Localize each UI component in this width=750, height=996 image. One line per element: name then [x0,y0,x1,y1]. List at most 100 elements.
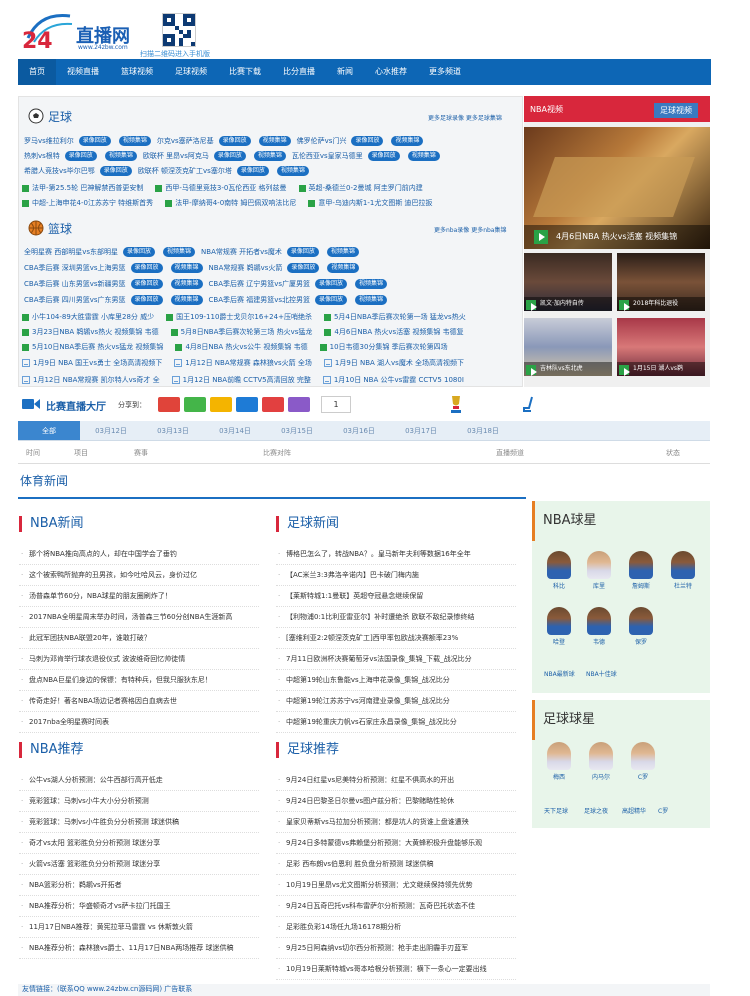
news-item[interactable]: 这个被索鸭所抛弃的丑男孩，如今吐哈风云，身价过亿 [19,565,259,586]
replay-tag[interactable]: 录像回放 [130,295,163,305]
nba-stars-link[interactable]: NBA十佳球 [586,669,617,678]
date-tab[interactable]: 03月13日 [142,421,204,440]
nav-football-video[interactable]: 足球视频 [164,59,218,85]
video-link[interactable]: 3月23日NBA 鹈鹕vs热火 视频集锦 韦德 [22,327,159,337]
news-item[interactable]: 11月17日NBA推荐：黄宪拉菲马雷霆 vs 休斯敦火箭 [19,917,259,938]
video-link[interactable]: 4月6日NBA 热火vs活塞 视频集锦 韦德复 [324,327,464,337]
highlight-tag[interactable]: 视频集锦 [327,263,360,273]
football-more-links[interactable]: 更多足球录像 更多足球集锦 [428,113,502,122]
nav-download[interactable]: 比赛下载 [218,59,272,85]
match-link[interactable]: NBA常规赛 开拓者vs魔术 [201,247,282,257]
video-link[interactable]: 中超-上海申花4-0江苏苏宁 特维斯首秀 [22,198,153,208]
news-item[interactable]: 传奇走好！著名NBA场边记者赛格因白血病去世 [19,691,259,712]
match-link[interactable]: 欧联杯 里昂vs阿克马 [143,151,209,161]
video-link[interactable]: 法甲-第25.5轮 巴神解禁西普更安制 [22,183,143,193]
friend-links[interactable]: 友情链接：(联系QQ www.24zbw.cn源码网) 广告联系 [18,984,710,996]
weibo-share-icon[interactable] [158,397,180,412]
player-card[interactable]: 库里 [584,551,614,590]
nba-rec-title[interactable]: NBA推荐 [19,742,84,758]
news-item[interactable]: [塞维利亚2:2顿涅茨克矿工]西甲率包欧战决赛额率23% [276,628,516,649]
video-link[interactable]: 小牛104-89大胜雷霆 小库里28分 威少 [22,312,154,322]
video-thumb[interactable]: 吉林队vs东北虎 [524,318,612,376]
highlight-tag[interactable]: 视频集锦 [170,295,203,305]
highlight-tag[interactable]: 视频集锦 [258,136,291,146]
video-link[interactable]: 4月8日NBA 热火vs公牛 视频集锦 韦德 [175,342,308,352]
replay-tag[interactable]: 录像回放 [315,295,348,305]
match-link[interactable]: CBA季后赛 福建男篮vs北控男篮 [209,295,311,305]
qq-share-icon[interactable] [262,397,284,412]
news-item[interactable]: 【AC米兰3:3弗洛辛诺内】巴卡破门梅内施 [276,565,516,586]
news-item[interactable]: 公牛vs湖人分析预测：公牛西部行高开低走 [19,770,259,791]
match-link[interactable]: 尔克vs塞萨洛尼基 [157,136,214,146]
nav-live[interactable]: 视频直播 [56,59,110,85]
football-news-title[interactable]: 足球新闻 [276,516,339,532]
replay-tag[interactable]: 录像回放 [99,166,132,176]
news-item[interactable]: 9月24日红星vs尼美特分析预测：红星不俱高水的开出 [276,770,516,791]
replay-tag[interactable]: 录像回放 [315,279,348,289]
logo-mark[interactable]: 24 [20,10,75,54]
football-stars-link[interactable]: 高超精华 [622,806,646,815]
highlight-tag[interactable]: 视频集锦 [355,295,388,305]
news-item[interactable]: 奇才vs太阳 篮彩胜负分分析预测 球迷分享 [19,833,259,854]
highlight-tag[interactable]: 视频集锦 [170,279,203,289]
replay-tag[interactable]: 录像回放 [123,247,156,257]
video-link[interactable]: 5月10日NBA季后赛 热火vs猛龙 视频集锦 [22,342,163,352]
news-item[interactable]: 10月19日里昂vs尤文图斯分析预测：尤文继续保持领先优势 [276,875,516,896]
nav-basketball-video[interactable]: 篮球视频 [110,59,164,85]
news-item[interactable]: 火箭vs活塞 篮彩胜负分分析预测 球迷分享 [19,854,259,875]
match-link[interactable]: 佛罗伦萨vs门兴 [297,136,347,146]
hockey-icon[interactable] [523,396,537,412]
match-link[interactable]: 热刺vs根特 [24,151,60,161]
video-link[interactable]: 意甲-乌迪内斯1-1尤文图斯 迪巴拉扳 [308,198,433,208]
player-card[interactable]: 科比 [544,551,574,590]
nav-score[interactable]: 比分直播 [272,59,326,85]
replay-tag[interactable]: 录像回放 [236,166,269,176]
player-card[interactable]: 哈登 [544,607,574,646]
nav-news[interactable]: 新闻 [326,59,364,85]
news-item[interactable]: 博格巴怎么了，转战NBA？。皇马新年夫利等数据16年全年 [276,544,516,565]
replay-tag[interactable]: 录像回放 [130,263,163,273]
football-stars-link[interactable]: 天下足球 [544,806,568,815]
basketball-more-links[interactable]: 更多nba录像 更多nba集锦 [434,225,506,234]
news-item[interactable]: 10月19日莱斯特城vs哥本哈根分析预测：横下一条心一定要出线 [276,959,516,980]
video-link[interactable]: 西甲-马德里竞技3-0瓦伦西亚 格列兹曼 [155,183,287,193]
video-link[interactable]: 1月9日 NBA 国王vs勇士 全场高清视频下 [22,358,162,368]
news-item[interactable]: 皇家贝蒂斯vs马拉加分析预测：都是坑人的货谁上盘谁遭殃 [276,812,516,833]
news-item[interactable]: 盘点NBA巨星们身边的保镖：有特种兵，但我只服狄东尼！ [19,670,259,691]
featured-video[interactable]: 4月6日NBA 热火vs活塞 视频集锦 [524,127,710,249]
highlight-tag[interactable]: 视频集锦 [253,151,286,161]
video-link[interactable]: 法甲-摩纳哥4-0南特 姆巴佩双响法比尼 [165,198,296,208]
date-tab[interactable]: 03月16日 [328,421,390,440]
video-link[interactable]: 1月12日 NBA常规赛 凯尔特人vs奇才 全 [22,375,160,385]
video-link[interactable]: 5月4日NBA季后赛次轮第一场 猛龙vs热火 [323,312,466,322]
video-thumb[interactable]: 凯文·加内特自传 [524,253,612,311]
news-item[interactable]: 竞彩篮球：马刺vs小牛胜负分分析预测 球迷供稿 [19,812,259,833]
highlight-tag[interactable]: 视频集锦 [326,247,359,257]
replay-tag[interactable]: 录像回放 [130,279,163,289]
player-card[interactable]: C罗 [628,742,658,781]
news-item[interactable]: 9月24日多特蒙德vs弗赖堡分析预测：大黄蜂积极升盘能够乐观 [276,833,516,854]
replay-tag[interactable]: 录像回放 [287,263,320,273]
nav-home[interactable]: 首页 [18,59,56,85]
news-item[interactable]: 9月25日阿森纳vs切尔西分析预测：枪手走出阴霾手刃蓝军 [276,938,516,959]
player-card[interactable]: 保罗 [626,607,656,646]
match-link[interactable]: CBA季后赛 四川男篮vs广东男篮 [24,295,126,305]
video-link[interactable]: 1月10日 NBA 公牛vs雷霆 CCTV5 1080I [322,375,464,385]
date-tab-all[interactable]: 全部 [18,421,80,440]
news-item[interactable]: 9月24日巴黎圣日尔曼vs图卢兹分析：巴黎赌略性轮休 [276,791,516,812]
replay-tag[interactable]: 录像回放 [367,151,400,161]
news-item[interactable]: 7月11日欧洲杯决赛葡萄牙vs法国录像_集锦_下载_战况比分 [276,649,516,670]
match-link[interactable]: 瓦伦西亚vs皇家马德里 [292,151,363,161]
highlight-tag[interactable]: 视频集锦 [391,136,424,146]
news-item[interactable]: 此冠军团扶NBA联盟20年，谁敢打破？ [19,628,259,649]
match-link[interactable]: 全明星赛 西部明星vs东部明星 [24,247,118,257]
match-link[interactable]: 罗马vs维拉利尔 [24,136,74,146]
football-rec-title[interactable]: 足球推荐 [276,742,339,758]
tieba-share-icon[interactable] [236,397,258,412]
tab-football-video[interactable]: 足球视频 [654,103,698,118]
news-item[interactable]: 汤普森单节60分，NBA球星的朋友圈刷炸了！ [19,586,259,607]
news-item[interactable]: 那个将NBA推向高点的人，却在中国学会了垂钓 [19,544,259,565]
match-link[interactable]: 欧联杯 顿涅茨克矿工vs塞尔塔 [138,166,232,176]
news-item[interactable]: 足彩胜负彩14场任九场16178期分析 [276,917,516,938]
highlight-tag[interactable]: 视频集锦 [276,166,309,176]
